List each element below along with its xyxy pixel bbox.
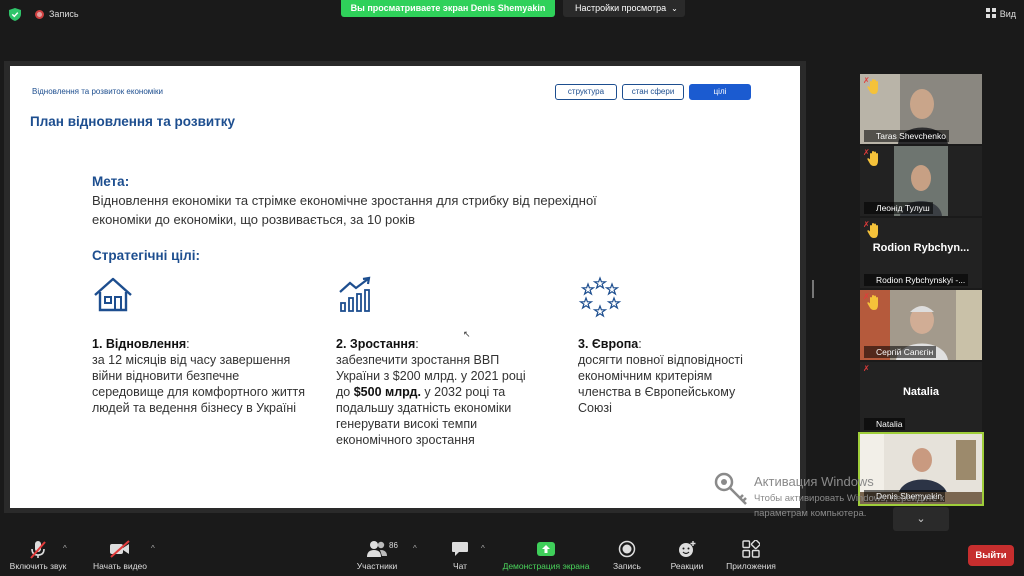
record-indicator-icon [35, 10, 44, 19]
apps-button[interactable]: Приложения [720, 532, 782, 576]
participant-tile[interactable]: Natalia ✗ Natalia [860, 362, 982, 432]
watermark-line-1: Чтобы активировать Windows, перейдите к [754, 493, 945, 504]
share-screen-label: Демонстрация экрана [502, 561, 590, 571]
shared-slide: Відновлення та розвиток економіки структ… [10, 66, 800, 508]
participant-display-name: Natalia [902, 386, 940, 398]
muted-mic-icon: ✗ [863, 76, 870, 85]
apps-label: Приложения [726, 561, 776, 571]
screen-share-banner: Вы просматриваете экран Denis Shemyakin [341, 0, 555, 17]
goal-column-recovery: 1. Відновлення: за 12 місяців від часу з… [92, 336, 307, 416]
slide-tab-goals: цілі [689, 84, 751, 100]
mouse-cursor-icon: ↖ [463, 329, 471, 339]
unmute-button[interactable]: Включить звук [0, 532, 76, 576]
chevron-down-icon: ⌄ [916, 513, 926, 525]
participant-name: Natalia [864, 418, 906, 430]
goal-text-recovery: за 12 місяців від часу завершення війни … [92, 353, 306, 415]
strategic-goals-heading: Стратегічні цілі: [92, 248, 200, 263]
muted-mic-icon: ✗ [863, 292, 870, 301]
chat-options-caret-icon[interactable]: ^ [481, 544, 485, 553]
participant-name: Taras Shevchenko [864, 130, 949, 142]
muted-mic-icon [30, 541, 46, 559]
share-screen-icon [537, 542, 555, 556]
record-label: Запись [49, 9, 79, 19]
chat-label: Чат [452, 561, 468, 571]
goal-column-growth: 2. Зростання: забезпечити зростання ВВП … [336, 336, 536, 448]
participants-icon [367, 541, 387, 557]
video-off-icon [110, 540, 130, 558]
watermark-line-2: параметрам компьютера. [754, 508, 867, 519]
slide-title: План відновлення та розвитку [30, 114, 236, 129]
participant-tile[interactable]: ✗ Сергій Сапєгін [860, 290, 982, 360]
participants-count: 86 [389, 541, 398, 550]
goal-title-europe: 3. Європа [578, 337, 639, 351]
record-icon [618, 540, 636, 558]
apps-icon [742, 540, 760, 558]
goal-suffix: : [186, 337, 190, 351]
chat-icon [452, 542, 468, 556]
participant-name: Леонід Тулуш [864, 202, 933, 214]
goal-column-europe: 3. Європа: досягти повної відповідності … [578, 336, 763, 416]
goal-title-growth: 2. Зростання [336, 337, 416, 351]
participant-name: Сергій Сапєгін [864, 346, 937, 358]
goal-text: Відновлення економіки та стрімке економі… [92, 193, 597, 227]
audio-options-caret-icon[interactable]: ^ [63, 544, 67, 553]
slide-tabs: структура стан сфери цілі [555, 84, 751, 100]
slide-breadcrumb: Відновлення та розвиток економіки [32, 87, 164, 96]
muted-mic-icon: ✗ [863, 220, 870, 229]
goal-heading: Мета: [92, 174, 130, 189]
top-bar: Запись Вы просматриваете экран Denis She… [0, 0, 1024, 28]
record-label: Запись [613, 561, 641, 571]
key-icon [714, 472, 747, 505]
grid-icon [985, 8, 996, 18]
record-button[interactable]: Запись [606, 532, 648, 576]
goal-text-europe: досягти повної відповідності економічним… [578, 353, 743, 415]
meeting-toolbar: Включить звук ^ Начать видео ^ Участники… [0, 532, 1024, 576]
growth-chart-icon [339, 276, 371, 312]
goal-title-recovery: 1. Відновлення [92, 337, 187, 351]
shield-icon[interactable] [9, 8, 21, 21]
participants-button[interactable]: Участники [350, 532, 404, 576]
participant-tile[interactable]: ✗ Леонід Тулуш [860, 146, 982, 216]
start-video-label: Начать видео [92, 561, 147, 571]
goal-suffix: : [415, 337, 419, 351]
reactions-label: Реакции [670, 561, 704, 571]
muted-mic-icon: ✗ [863, 148, 870, 157]
unmute-label: Включить звук [9, 561, 67, 571]
slide-tab-state: стан сфери [622, 84, 684, 100]
participant-name: Rodion Rybchynskyi -... [864, 274, 969, 286]
participants-options-caret-icon[interactable]: ^ [413, 544, 417, 553]
panel-resize-handle[interactable] [812, 280, 814, 298]
participants-label: Участники [356, 561, 398, 571]
chat-button[interactable]: Чат [440, 532, 480, 576]
house-icon [94, 277, 132, 312]
video-options-caret-icon[interactable]: ^ [151, 544, 155, 553]
eu-stars-icon [578, 276, 622, 318]
reactions-button[interactable]: Реакции [664, 532, 710, 576]
start-video-button[interactable]: Начать видео [86, 532, 154, 576]
goal-suffix: : [638, 337, 642, 351]
scroll-participants-down-button[interactable]: ⌄ [893, 507, 949, 531]
muted-mic-icon: ✗ [863, 364, 870, 373]
goal-text-growth-bold: $500 млрд. [353, 385, 421, 399]
chevron-down-icon: ⌄ [671, 4, 678, 13]
view-button[interactable]: Вид [985, 8, 1016, 19]
leave-meeting-button[interactable]: Выйти [968, 545, 1014, 566]
participant-tile[interactable]: Rodion Rybchyn... ✗ Rodion Rybchynskyi -… [860, 218, 982, 288]
watermark-title: Активация Windows [754, 474, 874, 489]
view-button-label: Вид [999, 9, 1016, 19]
slide-tab-structure: структура [555, 84, 617, 100]
participant-tile[interactable]: ✗ Taras Shevchenko [860, 74, 982, 144]
share-screen-button[interactable]: Демонстрация экрана [496, 532, 596, 576]
view-settings-label: Настройки просмотра [575, 3, 667, 13]
reactions-icon [679, 541, 696, 557]
participant-display-name: Rodion Rybchyn... [872, 242, 970, 254]
view-settings-menu[interactable]: Настройки просмотра ⌄ [563, 0, 685, 17]
